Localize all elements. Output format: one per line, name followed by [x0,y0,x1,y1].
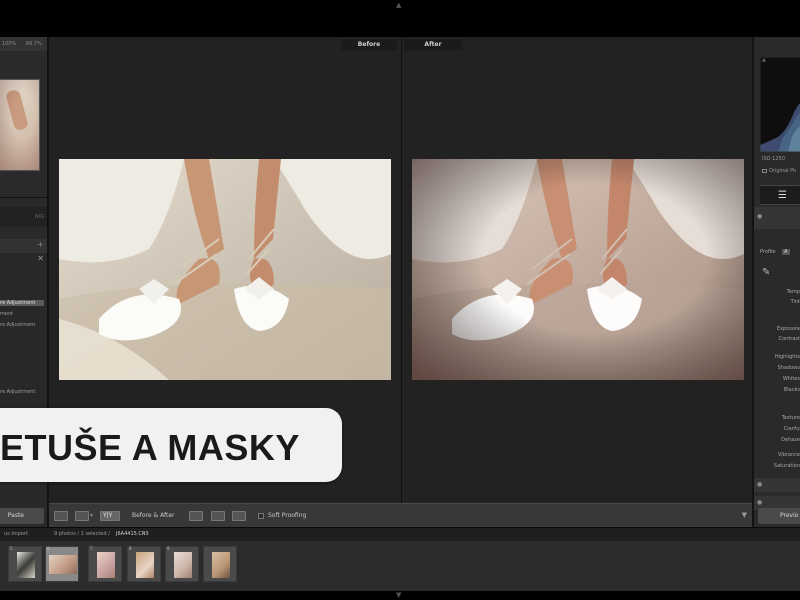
thumbnail-number: 7 [90,546,93,551]
filmstrip: 5 6 7 8 9 [0,541,800,591]
soft-proofing-label: Soft Proofing [268,512,307,519]
filmstrip-thumbnail[interactable]: 7 [88,546,122,582]
filmstrip-thumbnail[interactable]: 5 [8,546,42,582]
tone-slider-label: Exposure [776,326,800,332]
tone-slider-label: Highlights [774,354,800,360]
presence-slider-label: Saturation [773,463,800,469]
panel-divider [0,197,47,198]
lightroom-window: ▲ 100% 66.7% NIG + ✕ re Adjustment ment re… [0,0,800,600]
thumbnail-image [17,552,35,578]
thumbnail-image [174,552,192,578]
clear-history-icon[interactable]: ✕ [37,254,44,263]
grid-view-icon[interactable] [75,511,89,521]
history-item[interactable]: re Adjustment [0,300,44,306]
histogram-iso: ISO 1250 [762,156,785,162]
before-after-view-label: Y|Y [103,512,113,519]
after-photo-image [412,159,744,380]
compare-toolbar: ▾ Y|Y Before & After Soft Proofing ▼ [49,503,752,527]
before-photo[interactable] [59,159,391,380]
profile-row: Profile A [760,249,790,255]
filmstrip-source[interactable]: us Import [4,531,28,537]
thumbnail-number: 6 [47,546,50,551]
presence-slider-label: Texture [781,415,800,421]
copy-after-settings-icon[interactable] [211,511,225,521]
tone-slider-label: Blacks [783,387,800,393]
filmstrip-info-bar: us Import 9 photos / 1 selected / J6A441… [0,527,800,541]
profile-tab[interactable]: A [782,249,790,255]
history-item[interactable]: re Adjustment [0,389,44,395]
filmstrip-thumbnail[interactable]: 9 [165,546,199,582]
basic-panel-header[interactable]: ● [754,207,800,229]
before-label: Before [341,39,397,50]
zoom-option-100[interactable]: 100% [2,41,16,47]
collapse-top-arrow-icon[interactable]: ▲ [396,1,401,9]
tone-curve-header[interactable]: ● [754,478,800,492]
previous-button[interactable]: Previo [758,508,800,524]
right-panel: ▲ ISO 1250 Original Ph ☰ ● Profile A ✎ T… [753,37,800,527]
history-header: + [0,239,47,253]
thumbnail-image [97,552,115,578]
view-dropdown-icon[interactable]: ▾ [90,512,93,519]
soft-proofing-checkbox[interactable] [258,513,264,519]
after-label: After [404,39,462,50]
before-after-mode-label: Before & After [132,512,175,519]
toolbar-options-dropdown-icon[interactable]: ▼ [742,511,747,519]
presence-slider-label: Dehaze [781,437,800,443]
before-photo-image [59,159,391,380]
after-photo[interactable] [412,159,744,380]
before-after-view-button[interactable]: Y|Y [100,511,120,521]
add-snapshot-icon[interactable]: + [37,240,44,249]
original-photo-label: Original Ph [769,168,797,174]
snapshots-row: NIG [0,207,47,227]
filmstrip-selection-info: 9 photos / 1 selected / [54,531,110,537]
color-mixer-eye-icon[interactable]: ● [757,499,762,506]
tone-slider-label: Shadows [777,365,800,371]
thumbnail-image [212,552,230,578]
filmstrip-thumbnail[interactable] [203,546,237,582]
navigator-preview[interactable] [0,79,40,171]
snapshots-label: NIG [34,214,44,220]
top-panel-strip[interactable]: ▲ [0,0,800,37]
white-balance-dropper-icon[interactable]: ✎ [762,267,770,278]
history-item[interactable]: ment [0,311,44,317]
bottom-panel-strip[interactable]: ▼ [0,591,800,600]
shadow-clipping-icon[interactable]: ▲ [762,57,766,63]
basic-eye-icon[interactable]: ● [757,213,762,220]
thumbnail-number: 8 [129,546,132,551]
navigator-preview-vignette [0,80,39,170]
thumbnail-number: 9 [167,546,170,551]
loupe-view-icon[interactable] [54,511,68,521]
thumbnail-number: 5 [10,546,13,551]
copy-before-settings-icon[interactable] [189,511,203,521]
thumbnail-image [136,552,154,578]
profile-label: Profile [760,249,776,255]
histogram[interactable]: ▲ [760,57,800,152]
presence-slider-label: Vibrance [778,452,800,458]
after-pane: After [401,37,752,503]
filmstrip-thumbnail[interactable]: 6 [45,546,79,582]
tone-slider-label: Whites [782,376,800,382]
original-photo-checkbox[interactable] [762,168,767,173]
tone-curve-eye-icon[interactable]: ● [757,481,762,488]
paste-button[interactable]: Paste [0,508,44,524]
file-name-dropdown-icon[interactable]: ▾ [143,531,146,537]
thumbnail-image [49,555,77,574]
history-item[interactable]: re Adjustment [0,322,44,328]
temp-label: Temp [786,289,800,295]
swap-settings-icon[interactable] [232,511,246,521]
presence-slider-label: Clarity [783,426,800,432]
sliders-icon: ☰ [778,190,787,201]
edit-tool-button[interactable]: ☰ [760,185,800,205]
original-photo-toggle[interactable]: Original Ph [762,168,796,174]
tone-slider-label: Contrast [778,336,800,342]
zoom-option-66[interactable]: 66.7% [26,41,42,47]
title-banner: ETUŠE A MASKY [0,408,342,482]
histogram-graph [760,57,800,152]
navigator-header: 100% 66.7% [0,37,47,51]
collapse-bottom-arrow-icon[interactable]: ▼ [396,591,401,599]
tint-label: Tint [790,299,800,305]
banner-title: ETUŠE A MASKY [0,427,300,468]
filmstrip-thumbnail[interactable]: 8 [127,546,161,582]
